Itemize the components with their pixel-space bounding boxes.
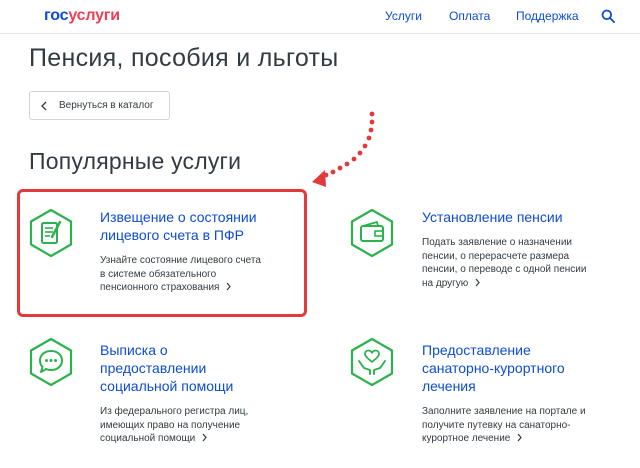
service-desc-line: имеющих право на получение xyxy=(100,419,241,431)
service-desc-line: пенсии, о переводе с одной пенсии xyxy=(422,264,587,275)
service-desc-line: получите путевку на санаторно- xyxy=(422,419,571,431)
service-desc-line: на другую xyxy=(422,277,586,291)
service-desc-line: пенсии, о перерасчете размера xyxy=(422,250,570,262)
service-description: Из федерального регистра лиц, имеющих пр… xyxy=(100,405,248,446)
chevron-right-icon xyxy=(517,433,523,442)
service-description: Подать заявление о назначении пенсии, о … xyxy=(422,236,586,290)
back-to-catalog-button[interactable]: Вернуться в каталог xyxy=(29,91,170,120)
service-title[interactable]: Выписка о предоставлении социальной помо… xyxy=(100,341,233,395)
service-title-line: Предоставление xyxy=(422,342,531,358)
service-desc-text: на другую xyxy=(422,277,469,289)
chevron-right-icon xyxy=(475,278,481,286)
service-title-line: социальной помощи xyxy=(100,378,234,394)
service-title-line: Извещение о состоянии xyxy=(100,209,257,225)
top-header: госуслуги Услуги Оплата Поддержка xyxy=(0,0,640,34)
service-desc-line: Заполните заявление на портале и xyxy=(422,406,586,417)
document-edit-icon xyxy=(29,208,73,258)
service-title-line: Выписка о xyxy=(100,342,168,358)
service-desc-line: пенсионного страхования xyxy=(100,281,261,295)
page-title: Пенсия, пособия и льготы xyxy=(29,44,339,72)
service-desc-text: социальной помощи xyxy=(100,433,196,444)
service-description: Узнайте состояние лицевого счета в систе… xyxy=(100,254,261,295)
service-card-social-assistance[interactable]: Выписка о предоставлении социальной помо… xyxy=(22,330,307,460)
service-title[interactable]: Извещение о состоянии лицевого счета в П… xyxy=(100,208,257,244)
service-title-line: санаторно-курортного xyxy=(422,360,565,376)
service-desc-text: пенсионного страхования xyxy=(100,282,220,293)
service-desc-line: Узнайте состояние лицевого счета xyxy=(100,255,261,266)
service-card-pfr-statement[interactable]: Извещение о состоянии лицевого счета в П… xyxy=(22,195,307,313)
gosuslugi-logo[interactable]: госуслуги xyxy=(44,7,120,25)
service-desc-text: курортное лечение xyxy=(422,433,511,444)
service-title-line: лечения xyxy=(422,378,476,394)
service-title-line: лицевого счета в ПФР xyxy=(100,227,244,243)
nav-payment[interactable]: Оплата xyxy=(449,9,490,23)
dotted-arrow-annotation xyxy=(312,111,375,187)
chevron-right-icon xyxy=(202,433,208,442)
heart-hands-icon xyxy=(350,337,394,387)
chevron-left-icon xyxy=(41,101,47,111)
logo-part-uslugi: услуги xyxy=(68,7,120,24)
back-button-label: Вернуться в каталог xyxy=(59,100,154,111)
service-title[interactable]: Предоставление санаторно-курортного лече… xyxy=(422,341,565,395)
nav-services[interactable]: Услуги xyxy=(385,9,422,23)
wallet-icon xyxy=(350,208,394,258)
service-card-pension[interactable]: Установление пенсии Подать заявление о н… xyxy=(345,195,625,313)
section-title: Популярные услуги xyxy=(29,148,242,174)
service-title-line: Установление пенсии xyxy=(422,209,563,225)
logo-part-gos: гос xyxy=(44,7,69,24)
service-desc-line: курортное лечение xyxy=(422,432,586,446)
service-title-line: предоставлении xyxy=(100,360,207,376)
service-desc-line: социальной помощи xyxy=(100,432,248,446)
service-desc-line: Из федерального регистра лиц, xyxy=(100,406,249,417)
service-description: Заполните заявление на портале и получит… xyxy=(422,405,586,446)
search-icon[interactable] xyxy=(601,9,615,23)
chat-bubble-icon xyxy=(29,337,73,387)
chevron-right-icon xyxy=(227,282,232,291)
service-card-sanatorium[interactable]: Предоставление санаторно-курортного лече… xyxy=(345,330,630,460)
nav-support[interactable]: Поддержка xyxy=(516,9,579,23)
service-desc-line: в системе обязательного xyxy=(100,268,217,280)
service-title[interactable]: Установление пенсии xyxy=(422,208,563,226)
service-desc-line: Подать заявление о назначении xyxy=(422,237,572,248)
